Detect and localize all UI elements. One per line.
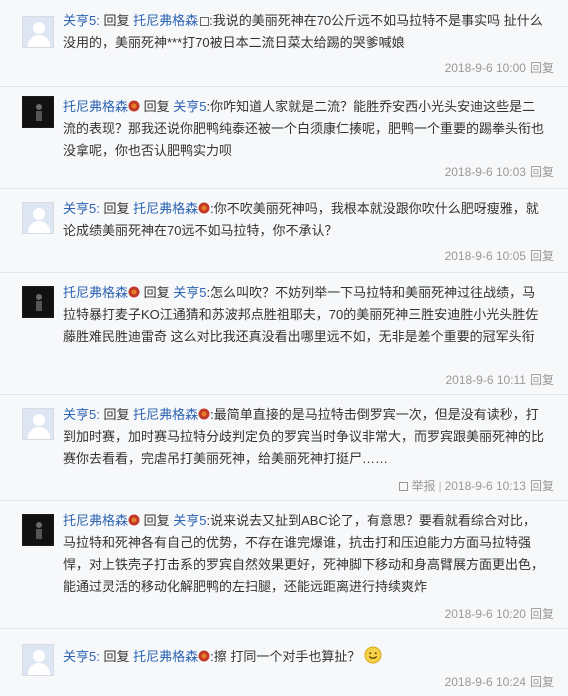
- comment-meta: 2018-9-6 10:05 回复: [445, 248, 554, 264]
- comment-author[interactable]: 托尼弗格森: [63, 99, 128, 114]
- reply-word: 回复: [99, 201, 134, 216]
- reply-word: 回复: [140, 513, 174, 528]
- reply-word: 回复: [99, 13, 134, 28]
- comment-author[interactable]: 关亨5:: [63, 201, 100, 216]
- comment-time: 2018-9-6 10:13: [444, 479, 526, 493]
- reply-word: 回复: [99, 649, 134, 664]
- reply-target[interactable]: 关亨5: [173, 99, 206, 114]
- comment-item: 关亨5: 回复 托尼弗格森:最简单直接的是马拉特击倒罗宾一次，但是没有读秒，打到…: [0, 394, 568, 501]
- user-badge-icon: [128, 286, 140, 298]
- user-badge-icon: [198, 202, 210, 214]
- reply-word: 回复: [140, 99, 174, 114]
- comment-item: 托尼弗格森 回复 关亨5:怎么叫吹？不妨列举一下马拉特和美丽死神过往战绩，马拉特…: [0, 272, 568, 395]
- comment-text: 托尼弗格森 回复 关亨5:你咋知道人家就是二流？能胜乔安西小光头安迪这些是二流的…: [63, 96, 546, 162]
- comment-author[interactable]: 关亨5:: [63, 407, 100, 422]
- comment-time: 2018-9-6 10:05: [444, 249, 526, 263]
- avatar-figure-icon: [36, 294, 42, 311]
- avatar-figure-icon: [36, 522, 42, 539]
- reply-button[interactable]: 回复: [530, 249, 554, 263]
- comment-text: 托尼弗格森 回复 关亨5:说来说去又扯到ABC论了，有意思？要看就看综合对比，马…: [63, 510, 546, 598]
- comment-meta: 2018-9-6 10:03 回复: [445, 164, 554, 180]
- comment-meta: 举报 | 2018-9-6 10:13 回复: [399, 478, 554, 494]
- comment-author[interactable]: 托尼弗格森: [63, 513, 128, 528]
- reply-button[interactable]: 回复: [530, 479, 554, 493]
- reply-button[interactable]: 回复: [530, 675, 554, 689]
- avatar[interactable]: [22, 16, 54, 48]
- reply-button[interactable]: 回复: [530, 373, 554, 387]
- avatar[interactable]: [22, 202, 54, 234]
- report-button[interactable]: 举报: [411, 479, 435, 493]
- comment-item: 关亨5: 回复 托尼弗格森 :擦 打同一个对手也算扯？ 2018-9-6 10:2…: [0, 628, 568, 696]
- user-badge-icon: [198, 408, 210, 420]
- comment-list: 关亨5: 回复 托尼弗格森:我说的美丽死神在70公斤远不如马拉特不是事实吗 扯什…: [0, 0, 568, 696]
- comment-author[interactable]: 关亨5:: [63, 13, 100, 28]
- comment-time: 2018-9-6 10:03: [444, 165, 526, 179]
- reply-target[interactable]: 托尼弗格森: [133, 649, 198, 664]
- comment-time: 2018-9-6 10:11: [445, 373, 526, 387]
- reply-button[interactable]: 回复: [530, 165, 554, 179]
- comment-meta: 2018-9-6 10:24 回复: [445, 674, 554, 690]
- comment-meta: 2018-9-6 10:20 回复: [445, 606, 554, 622]
- comment-text: 托尼弗格森 回复 关亨5:怎么叫吹？不妨列举一下马拉特和美丽死神过往战绩，马拉特…: [63, 282, 546, 348]
- comment-text: 关亨5: 回复 托尼弗格森:我说的美丽死神在70公斤远不如马拉特不是事实吗 扯什…: [63, 10, 546, 54]
- comment-time: 2018-9-6 10:20: [444, 607, 526, 621]
- comment-text: 关亨5: 回复 托尼弗格森 :擦 打同一个对手也算扯？: [63, 646, 546, 668]
- comment-time: 2018-9-6 10:24: [444, 675, 526, 689]
- reply-target[interactable]: 关亨5: [173, 513, 206, 528]
- user-badge-icon: [128, 514, 140, 526]
- comment-author[interactable]: 托尼弗格森: [63, 285, 128, 300]
- smile-emoji-icon: [364, 646, 382, 664]
- comment-meta: 2018-9-6 10:00 回复: [445, 60, 554, 76]
- avatar[interactable]: [22, 408, 54, 440]
- divider: |: [438, 479, 442, 493]
- reply-word: 回复: [99, 407, 134, 422]
- comment-item: 托尼弗格森 回复 关亨5:你咋知道人家就是二流？能胜乔安西小光头安迪这些是二流的…: [0, 86, 568, 189]
- reply-word: 回复: [140, 285, 174, 300]
- avatar-figure-icon: [36, 104, 42, 121]
- avatar[interactable]: [22, 514, 54, 546]
- reply-button[interactable]: 回复: [530, 607, 554, 621]
- comment-text: 关亨5: 回复 托尼弗格森:最简单直接的是马拉特击倒罗宾一次，但是没有读秒，打到…: [63, 404, 546, 470]
- flag-icon: [399, 482, 409, 491]
- reply-button[interactable]: 回复: [530, 61, 554, 75]
- reply-target[interactable]: 托尼弗格森: [133, 407, 198, 422]
- reply-target[interactable]: 关亨5: [173, 285, 206, 300]
- comment-author[interactable]: 关亨5:: [63, 649, 100, 664]
- reply-target[interactable]: 托尼弗格森: [133, 13, 198, 28]
- comment-item: 托尼弗格森 回复 关亨5:说来说去又扯到ABC论了，有意思？要看就看综合对比，马…: [0, 500, 568, 629]
- avatar[interactable]: [22, 96, 54, 128]
- comment-item: 关亨5: 回复 托尼弗格森:我说的美丽死神在70公斤远不如马拉特不是事实吗 扯什…: [0, 0, 568, 87]
- user-badge-icon: [128, 100, 140, 112]
- comment-meta: 2018-9-6 10:11 回复: [445, 372, 554, 388]
- avatar[interactable]: [22, 286, 54, 318]
- comment-item: 关亨5: 回复 托尼弗格森:你不吹美丽死神吗，我根本就没跟你吹什么肥呀瘦雅，就论…: [0, 188, 568, 273]
- comment-time: 2018-9-6 10:00: [444, 61, 526, 75]
- avatar[interactable]: [22, 644, 54, 676]
- reply-target[interactable]: 托尼弗格森: [133, 201, 198, 216]
- user-badge-icon: [198, 650, 210, 662]
- square-icon: [200, 17, 210, 26]
- comment-content: :擦 打同一个对手也算扯？: [210, 649, 361, 664]
- comment-text: 关亨5: 回复 托尼弗格森:你不吹美丽死神吗，我根本就没跟你吹什么肥呀瘦雅，就论…: [63, 198, 546, 242]
